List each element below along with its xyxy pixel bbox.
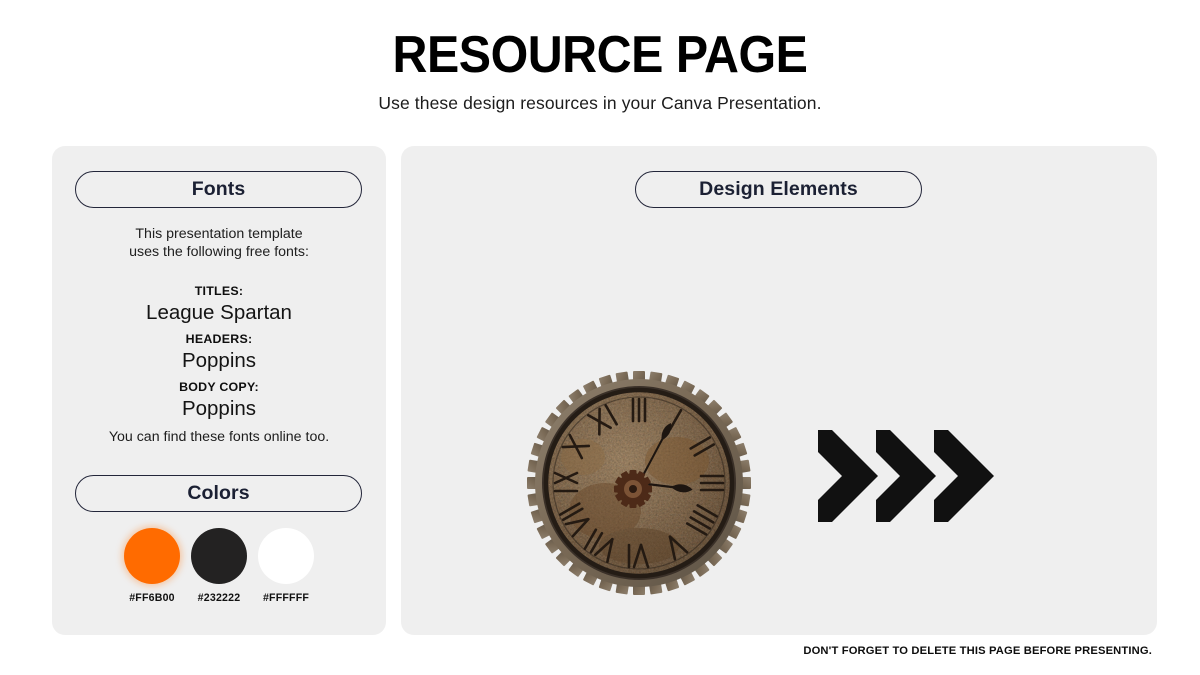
fonts-heading-pill: Fonts — [75, 171, 362, 208]
swatch-label-orange: #FF6B00 — [129, 592, 175, 604]
color-swatch-list: #FF6B00 #232222 #FFFFFF — [52, 528, 386, 604]
fonts-outro-text: You can find these fonts online too. — [108, 429, 330, 445]
slide-canvas: RESOURCE PAGE Use these design resources… — [0, 0, 1200, 675]
fonts-intro-text: This presentation template uses the foll… — [52, 226, 386, 262]
font-label-titles: TITLES: — [194, 284, 244, 298]
color-swatch-orange[interactable]: #FF6B00 — [121, 528, 183, 604]
font-name-titles: League Spartan — [146, 300, 292, 324]
colors-heading-label: Colors — [187, 482, 250, 504]
color-swatch-dark[interactable]: #232222 — [188, 528, 250, 604]
color-swatch-white[interactable]: #FFFFFF — [255, 528, 317, 604]
swatch-label-dark: #232222 — [197, 592, 241, 604]
font-group-body-copy: BODY COPY: Poppins — [52, 380, 386, 422]
fonts-heading-label: Fonts — [191, 178, 246, 200]
page-title: RESOURCE PAGE — [392, 26, 808, 84]
font-group-headers: HEADERS: Poppins — [52, 332, 386, 374]
font-name-body-copy: Poppins — [181, 396, 257, 420]
font-label-headers: HEADERS: — [185, 332, 253, 346]
design-elements-heading-label: Design Elements — [699, 178, 858, 200]
swatch-dot-dark — [191, 528, 247, 584]
colors-heading-pill: Colors — [75, 475, 362, 512]
font-name-headers: Poppins — [181, 348, 257, 372]
rusty-gear-clock-graphic[interactable] — [527, 371, 751, 595]
font-group-titles: TITLES: League Spartan — [52, 284, 386, 326]
design-elements-area — [401, 226, 1157, 635]
design-elements-panel: Design Elements — [401, 146, 1157, 635]
fonts-and-colors-panel: Fonts This presentation template uses th… — [52, 146, 386, 635]
triple-chevron-arrow-graphic[interactable] — [816, 426, 996, 526]
design-elements-heading-pill: Design Elements — [635, 171, 922, 208]
fonts-intro-line-2: uses the following free fonts: — [129, 243, 309, 260]
page-subtitle: Use these design resources in your Canva… — [378, 93, 822, 113]
delete-page-reminder: DON'T FORGET TO DELETE THIS PAGE BEFORE … — [803, 645, 1152, 657]
swatch-dot-orange — [124, 528, 180, 584]
swatch-label-white: #FFFFFF — [262, 592, 310, 604]
fonts-intro-line-1: This presentation template — [135, 226, 303, 242]
font-label-body-copy: BODY COPY: — [179, 380, 259, 394]
swatch-dot-white — [258, 528, 314, 584]
